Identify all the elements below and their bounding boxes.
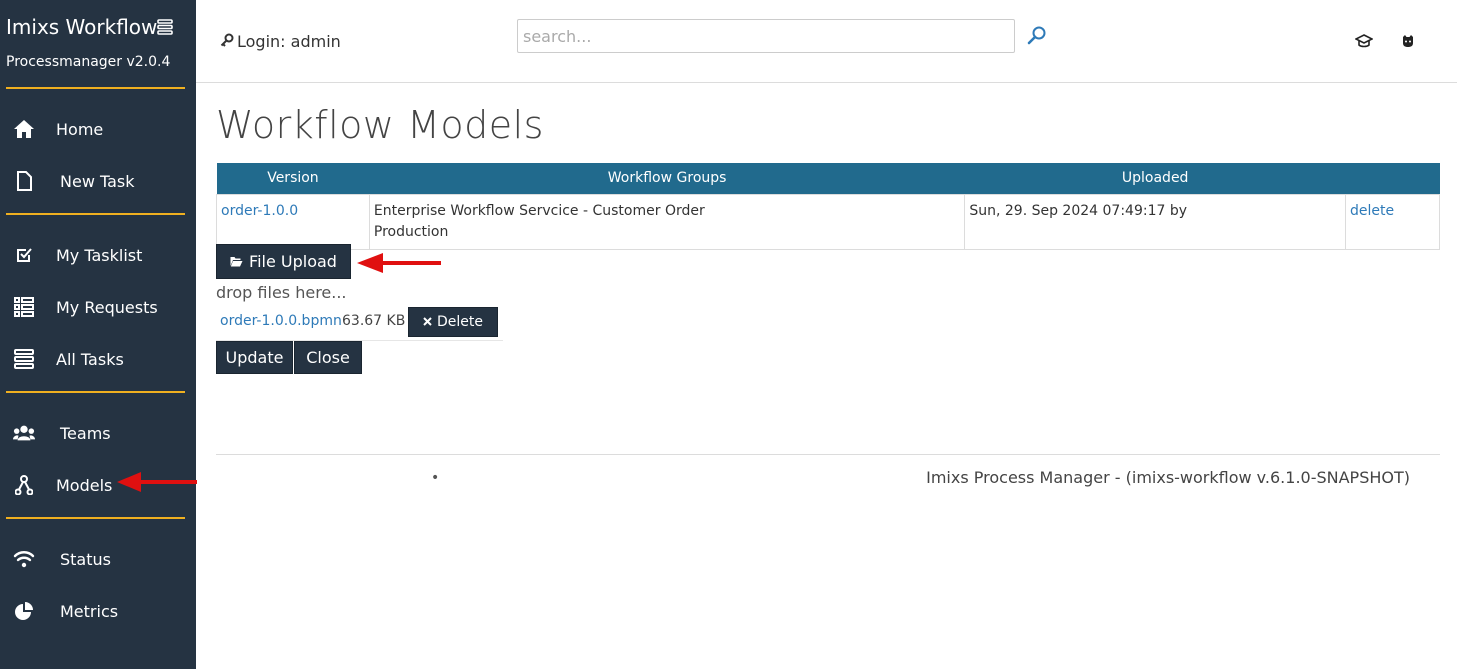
wifi-icon bbox=[13, 548, 35, 570]
models-table: Version Workflow Groups Uploaded order-1… bbox=[216, 163, 1440, 250]
delete-model-link[interactable]: delete bbox=[1350, 203, 1394, 219]
sidebar-separator bbox=[6, 87, 185, 89]
sidebar-item-home[interactable]: Home bbox=[0, 109, 196, 149]
sidebar-item-label: Teams bbox=[60, 423, 111, 443]
menu-toggle-icon[interactable] bbox=[157, 19, 173, 35]
sidebar-item-label: Models bbox=[56, 475, 113, 495]
workflow-group-name: Enterprise Workflow Servcice - Customer … bbox=[373, 202, 705, 219]
uploaded-file-link[interactable]: order-1.0.0.bpmn bbox=[220, 313, 342, 329]
github-icon[interactable] bbox=[1401, 33, 1419, 51]
footer-text: Imixs Process Manager - (imixs-workflow … bbox=[926, 468, 1410, 487]
sidebar-item-label: All Tasks bbox=[56, 349, 124, 369]
version-cell: order-1.0.0 bbox=[216, 193, 370, 250]
sidebar-item-teams[interactable]: Teams bbox=[0, 413, 196, 453]
pie-chart-icon bbox=[13, 600, 35, 622]
drop-zone-text[interactable]: drop files here... bbox=[216, 283, 347, 302]
graduation-cap-icon[interactable] bbox=[1354, 33, 1374, 51]
workflow-group-name: Production bbox=[373, 223, 449, 240]
users-icon bbox=[13, 422, 35, 444]
sidebar-separator bbox=[6, 517, 185, 519]
app-brand[interactable]: Imixs Workflow bbox=[6, 15, 157, 39]
sidebar-item-all-tasks[interactable]: All Tasks bbox=[0, 339, 196, 379]
sidebar-item-my-requests[interactable]: My Requests bbox=[0, 287, 196, 327]
delete-file-button[interactable]: Delete bbox=[408, 307, 498, 337]
delete-file-label: Delete bbox=[437, 314, 483, 330]
sidebar: Imixs Workflow Processmanager v2.0.4 Hom… bbox=[0, 0, 196, 669]
file-upload-button[interactable]: File Upload bbox=[216, 244, 351, 279]
page-title: Workflow Models bbox=[216, 103, 544, 147]
close-button[interactable]: Close bbox=[294, 341, 362, 374]
sidebar-item-label: My Requests bbox=[56, 297, 158, 317]
table-header-row: Version Workflow Groups Uploaded bbox=[216, 163, 1440, 194]
column-header-version: Version bbox=[216, 163, 370, 194]
sidebar-item-label: Home bbox=[56, 119, 104, 139]
app-version: Processmanager v2.0.4 bbox=[6, 54, 171, 70]
annotation-arrow-file-upload bbox=[357, 253, 441, 273]
sidebar-item-label: My Tasklist bbox=[56, 245, 143, 265]
column-header-uploaded: Uploaded bbox=[964, 163, 1346, 194]
folder-open-icon bbox=[230, 252, 243, 271]
uploaded-cell: Sun, 29. Sep 2024 07:49:17 by bbox=[964, 193, 1347, 250]
sidebar-item-label: Status bbox=[60, 549, 111, 569]
sidebar-item-metrics[interactable]: Metrics bbox=[0, 591, 196, 631]
sidebar-separator bbox=[6, 391, 185, 393]
fork-icon bbox=[13, 474, 35, 496]
footer-bullet: • bbox=[431, 470, 440, 486]
sidebar-separator bbox=[6, 213, 185, 215]
uploaded-file-row: order-1.0.0.bpmn 63.67 KB Delete bbox=[216, 306, 503, 341]
uploaded-file-size: 63.67 KB bbox=[342, 313, 406, 329]
stack-icon bbox=[13, 348, 35, 370]
sidebar-item-label: New Task bbox=[60, 171, 135, 191]
sidebar-item-status[interactable]: Status bbox=[0, 539, 196, 579]
action-cell: delete bbox=[1345, 193, 1440, 250]
workflow-groups-cell: Enterprise Workflow Servcice - Customer … bbox=[368, 193, 966, 250]
list-icon bbox=[13, 296, 35, 318]
footer-divider bbox=[216, 454, 1440, 455]
model-version-link[interactable]: order-1.0.0 bbox=[221, 203, 298, 219]
check-square-icon bbox=[13, 244, 35, 266]
key-icon bbox=[220, 32, 234, 51]
file-icon bbox=[13, 170, 35, 192]
search-icon[interactable] bbox=[1027, 25, 1047, 45]
annotation-arrow-models bbox=[117, 472, 197, 492]
close-icon bbox=[423, 314, 432, 330]
sidebar-item-my-tasklist[interactable]: My Tasklist bbox=[0, 235, 196, 275]
update-button[interactable]: Update bbox=[216, 341, 293, 374]
home-icon bbox=[13, 118, 35, 140]
file-upload-label: File Upload bbox=[249, 252, 337, 271]
column-header-actions bbox=[1345, 163, 1440, 194]
column-header-workflow-groups: Workflow Groups bbox=[369, 163, 965, 194]
login-label: Login: admin bbox=[237, 32, 341, 51]
sidebar-item-label: Metrics bbox=[60, 601, 119, 621]
table-row: order-1.0.0 Enterprise Workflow Servcice… bbox=[216, 193, 1440, 250]
top-header: Login: admin bbox=[196, 0, 1457, 83]
sidebar-item-new-task[interactable]: New Task bbox=[0, 161, 196, 201]
search-input[interactable] bbox=[517, 19, 1015, 53]
login-info[interactable]: Login: admin bbox=[220, 32, 341, 51]
